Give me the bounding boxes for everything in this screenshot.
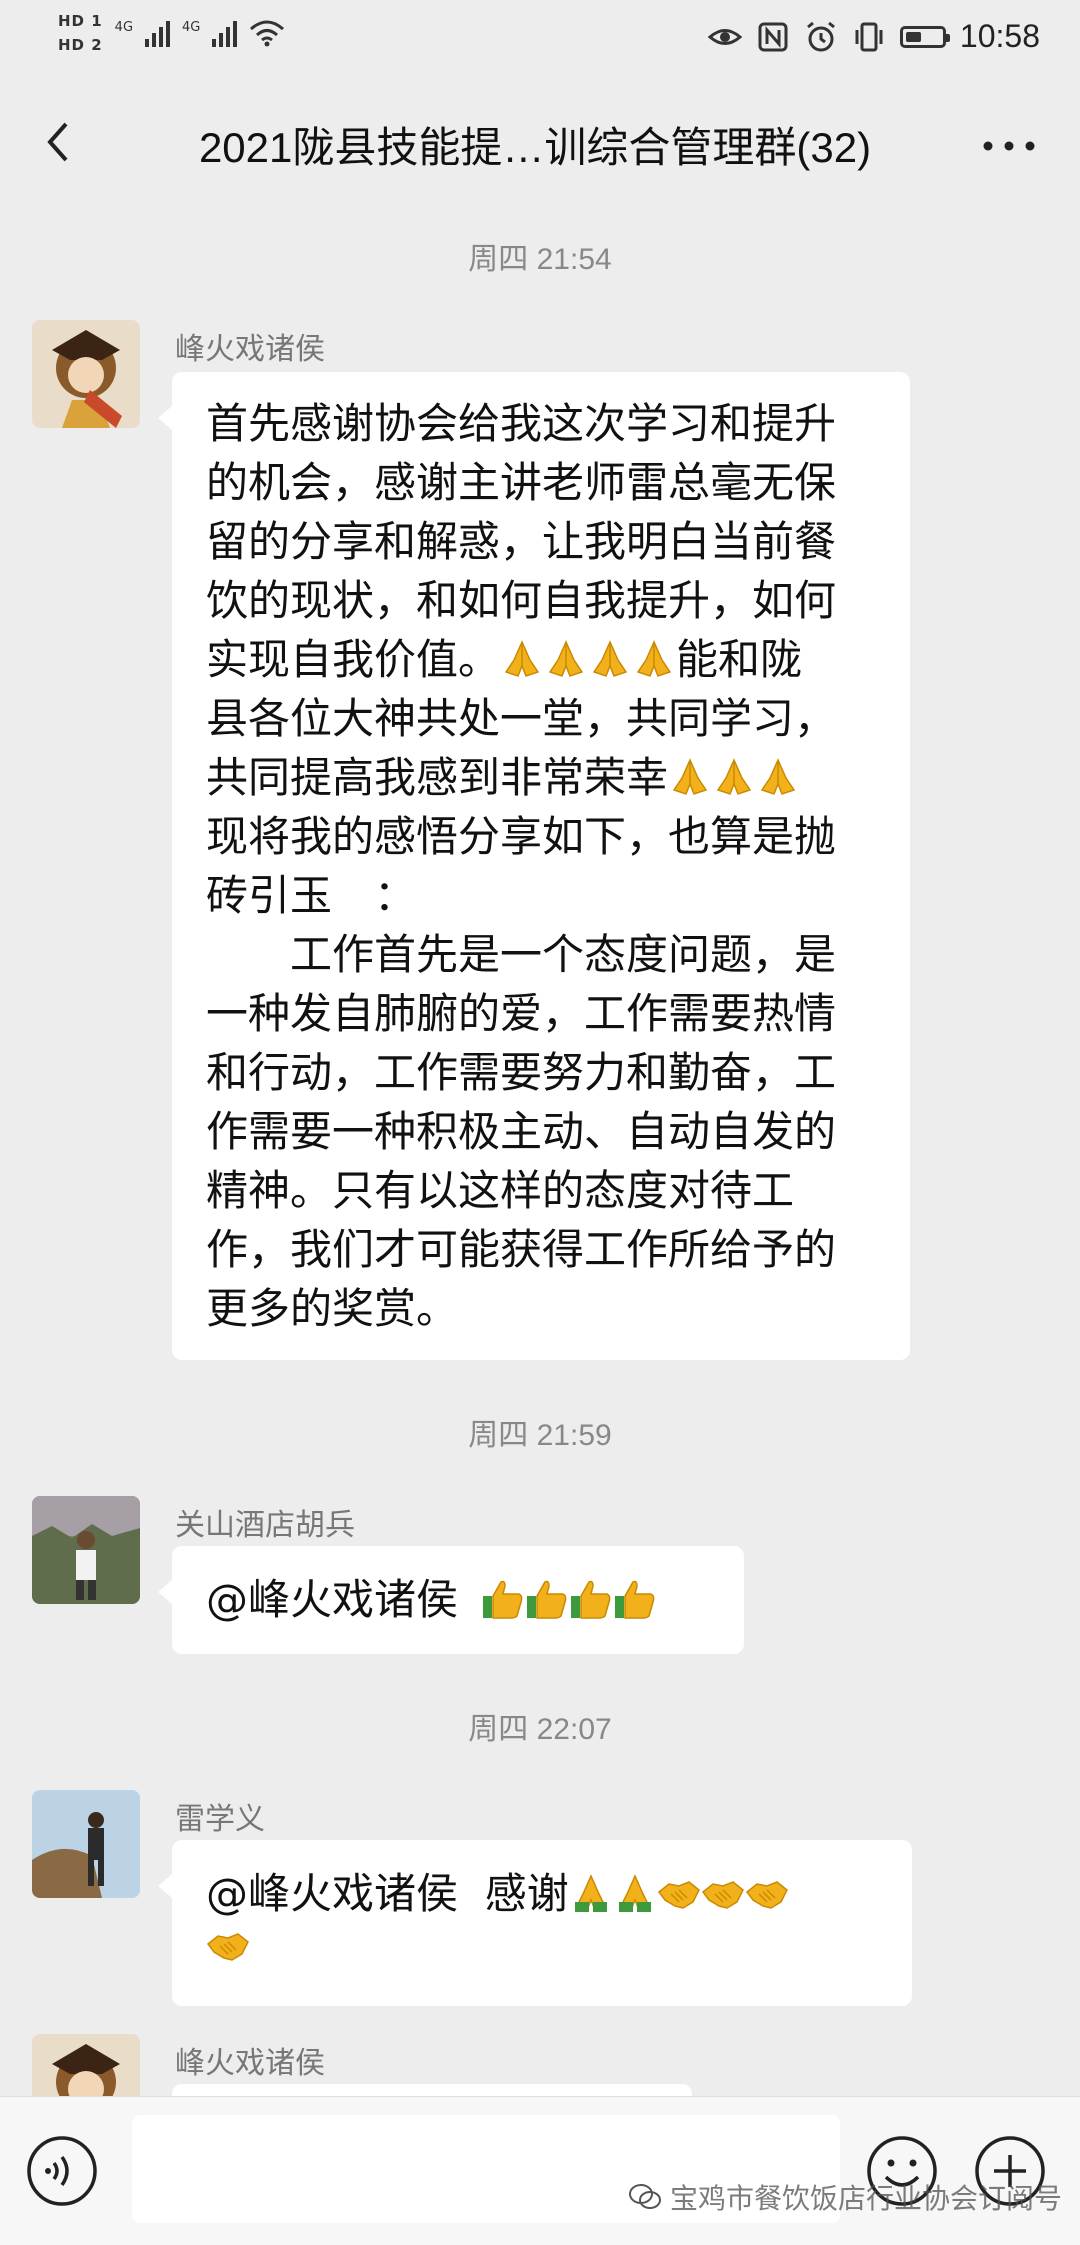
input-bar: 宝鸡市餐饮饭店行业协会订阅号 [0,2096,1080,2245]
timestamp: 周四 21:59 [468,1419,612,1452]
more-dots-icon[interactable] [974,116,1044,176]
handshake-emoji-icon [206,1924,250,1966]
message-line: 县各位大神共处一堂，共同学习， [206,694,837,743]
message-bubble[interactable]: @峰火戏诸侯 [158,1546,744,1654]
status-bar: HD 1 HD 2 4G 4G 10:58 [0,0,1080,80]
message-line: 实现自我价值。 [206,635,501,684]
message-line: 的机会，感谢主讲老师雷总毫无保 [206,458,837,507]
pray-emoji-icon [668,756,712,798]
eye-icon [707,28,742,45]
message-line: 作需要一种积极主动、自动自发的 [206,1107,837,1156]
watermark: 宝鸡市餐饮饭店行业协会订阅号 [628,2177,1062,2217]
pray-emoji-icon [500,638,544,680]
handshake-emoji-icon [745,1872,789,1914]
timestamp: 周四 21:54 [468,243,612,276]
message-line: 一种发自肺腑的爱，工作需要热情 [206,989,837,1038]
thumbs-up-emoji-icon [569,1578,613,1620]
pray-emoji-icon [588,638,632,680]
voice-icon[interactable] [24,2133,100,2209]
thumbs-up-emoji-icon [525,1578,569,1620]
vibrate-icon [855,22,883,51]
signal-group: HD 1 HD 2 4G 4G [58,12,285,54]
thumbs-up-emoji-icon [481,1578,525,1620]
message-line: 现将我的感悟分享如下，也算是抛 [206,812,837,861]
wechat-logo-icon [628,2184,661,2209]
pray-emoji-icon [569,1872,613,1914]
wifi-icon [250,20,285,47]
sender-name: 雷学义 [175,1802,265,1837]
chat-header: 2021陇县技能提…训综合管理群(32) [0,90,1080,200]
pray-emoji-icon [632,638,676,680]
avatar[interactable] [32,1496,140,1604]
signal-bars-icon [212,19,238,47]
signal-bars-icon [145,19,171,47]
back-chevron-icon[interactable] [30,112,90,172]
message-line: 工作首先是一个态度问题，是 [206,930,837,979]
message-line: 饮的现状，和如何自我提升，如何 [206,576,837,625]
sim1-label: HD 1 [58,12,103,30]
pray-emoji-icon [544,638,588,680]
message-text: @峰火戏诸侯 感谢 [206,1869,569,1918]
message-line: 精神。只有以这样的态度对待工 [206,1166,795,1215]
avatar[interactable] [32,1790,140,1898]
battery-icon [899,25,950,48]
handshake-emoji-icon [701,1872,745,1914]
message-line: 作，我们才可能获得工作所给予的 [206,1225,837,1274]
message-bubble[interactable]: @峰火戏诸侯 感谢 [158,1840,912,2006]
avatar[interactable] [32,320,140,428]
sender-name: 峰火戏诸侯 [175,332,325,367]
nfc-icon [758,22,788,51]
message-line: 和行动，工作需要努力和勤奋，工 [206,1048,837,1097]
sender-name: 关山酒店胡兵 [175,1508,355,1543]
message-line: 能和陇 [676,635,803,684]
alarm-icon [806,21,835,51]
message-line: 砖引玉 ： [206,871,417,920]
group-title: 2021陇县技能提…训综合管理群(32) [198,124,872,171]
message-line: 留的分享和解惑，让我明白当前餐 [206,517,837,566]
watermark-text: 宝鸡市餐饮饭店行业协会订阅号 [669,2182,1062,2215]
message-bubble[interactable] [172,2084,692,2096]
handshake-emoji-icon [657,1872,701,1914]
avatar[interactable] [32,2034,140,2096]
pray-emoji-icon [613,1872,657,1914]
sender-name: 峰火戏诸侯 [175,2046,325,2081]
network-type-1: 4G [114,19,134,35]
message-text: @峰火戏诸侯 [206,1575,459,1624]
pray-emoji-icon [756,756,800,798]
timestamp: 周四 22:07 [468,1713,612,1746]
network-type-2: 4G [182,19,201,35]
sim2-label: HD 2 [58,36,103,54]
pray-emoji-icon [712,756,756,798]
message-bubble[interactable]: 首先感谢协会给我这次学习和提升 的机会，感谢主讲老师雷总毫无保 留的分享和解惑，… [158,372,910,1360]
message-line: 首先感谢协会给我这次学习和提升 [206,399,837,448]
status-icons: 10:58 [707,18,1040,55]
thumbs-up-emoji-icon [613,1578,657,1620]
message-line: 更多的奖赏。 [206,1284,459,1333]
clock: 10:58 [959,18,1040,54]
message-line: 共同提高我感到非常荣幸 [206,753,669,802]
